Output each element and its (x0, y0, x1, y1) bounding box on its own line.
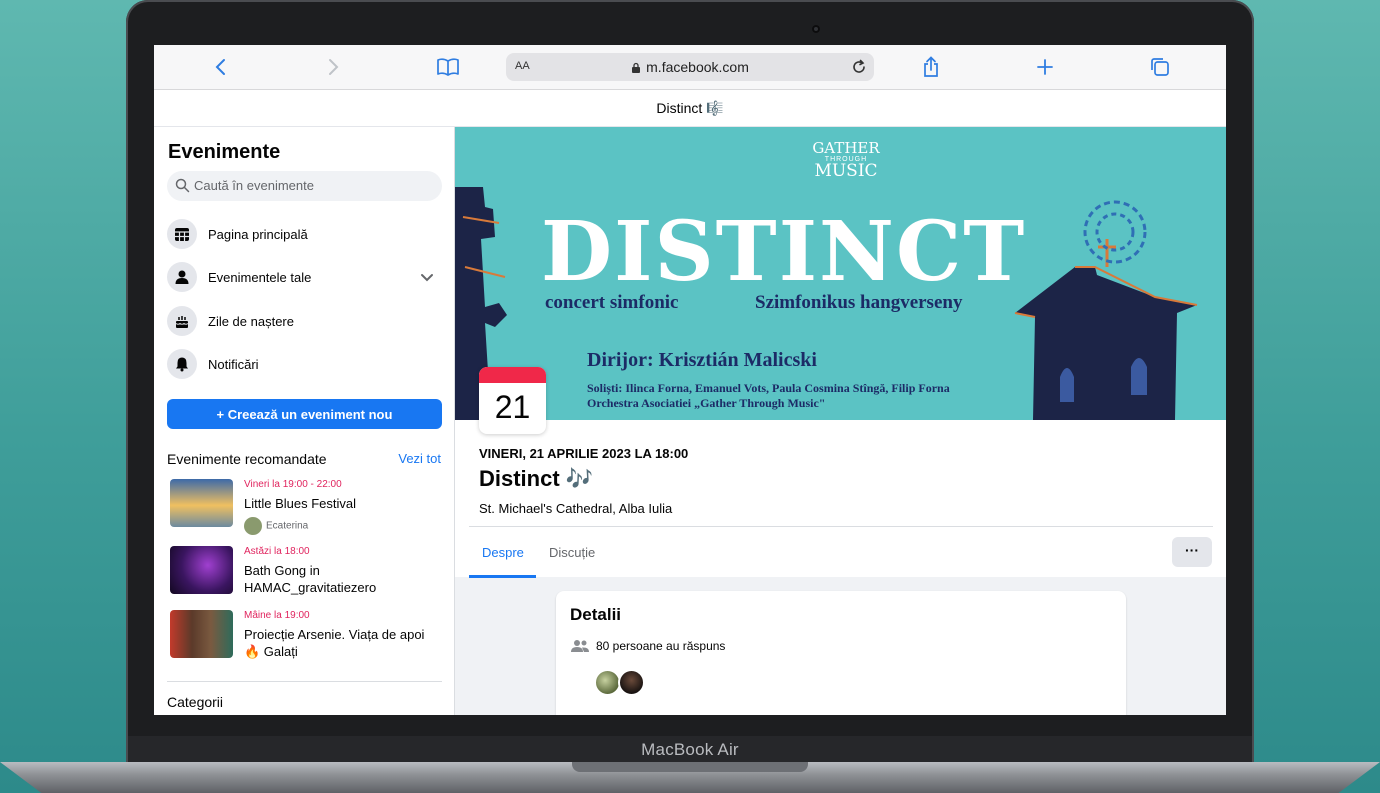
avatar[interactable] (594, 669, 621, 696)
divider (167, 681, 442, 682)
search-placeholder: Caută în evenimente (194, 178, 314, 193)
lock-icon (632, 62, 641, 73)
sidebar-item-your-events[interactable]: Evenimentele tale (167, 262, 442, 296)
new-tab-icon[interactable] (1032, 55, 1058, 79)
search-input[interactable]: Caută în evenimente (167, 171, 442, 201)
create-event-button[interactable]: + Creează un eveniment nou (167, 399, 442, 429)
tabs-overview-icon[interactable] (1147, 55, 1173, 79)
bookmarks-icon[interactable] (435, 55, 461, 79)
calendar-grid-icon (167, 219, 197, 249)
url-text: m.facebook.com (646, 59, 749, 75)
event-host: Ecaterina (244, 517, 308, 535)
screen: AA m.facebook.com Distinct 🎼 Evenimente … (154, 45, 1226, 715)
camera (812, 25, 820, 33)
sidebar-item-birthdays[interactable]: Zile de naștere (167, 306, 442, 340)
cake-icon (167, 306, 197, 336)
more-options-button[interactable]: ··· (1172, 537, 1212, 567)
tab-about[interactable]: Despre (482, 545, 524, 560)
reload-icon[interactable] (850, 58, 868, 76)
divider (469, 526, 1213, 527)
laptop-notch (572, 762, 808, 772)
date-badge-header (479, 367, 546, 383)
cover-subtitle-ro: concert simfonic (545, 292, 679, 313)
page-title: Distinct 🎼 (154, 90, 1226, 127)
sidebar-item-label: Evenimentele tale (208, 270, 312, 285)
sidebar-item-label: Pagina principală (208, 227, 308, 242)
cover-orchestra: Orchestra Asociatiei „Gather Through Mus… (587, 396, 826, 410)
details-card: Detalii 80 persoane au răspuns (556, 591, 1126, 715)
cover-logo: GATHER THROUGH MUSIC (807, 141, 885, 180)
cover-logo-line: GATHER (812, 139, 880, 157)
cover-subtitle-hu: Szimfonikus hangverseny (755, 292, 963, 313)
event-date: VINERI, 21 APRILIE 2023 LA 18:00 (479, 446, 689, 461)
event-location[interactable]: St. Michael's Cathedral, Alba Iulia (479, 501, 672, 516)
event-thumbnail[interactable] (170, 546, 233, 594)
event-time: Mâine la 19:00 (244, 610, 310, 621)
person-icon (167, 262, 197, 292)
people-icon (571, 640, 589, 652)
categories-heading: Categorii (167, 694, 224, 710)
date-badge-day: 21 (494, 389, 531, 425)
event-time: Vineri la 19:00 - 22:00 (244, 479, 342, 490)
recommended-heading: Evenimente recomandate (167, 451, 327, 467)
chevron-down-icon[interactable] (420, 270, 434, 284)
cover-soloists: Soliști: Ilinca Forna, Emanuel Vots, Pau… (587, 381, 950, 395)
responded-row: 80 persoane au răspuns (570, 639, 725, 653)
event-name[interactable]: Little Blues Festival (244, 495, 444, 512)
event-thumbnail[interactable] (170, 610, 233, 658)
event-name[interactable]: Proiecție Arsenie. Viața de apoi 🔥 Galaț… (244, 626, 444, 660)
avatar (244, 517, 262, 535)
events-sidebar: Evenimente Caută în evenimente Pagina pr… (154, 127, 455, 715)
event-header: VINERI, 21 APRILIE 2023 LA 18:00 Distinc… (455, 420, 1226, 578)
sidebar-item-home[interactable]: Pagina principală (167, 219, 442, 253)
event-thumbnail[interactable] (170, 479, 233, 527)
search-icon (175, 178, 190, 193)
cover-logo-line: MUSIC (814, 161, 878, 181)
active-tab-indicator (469, 575, 536, 578)
date-badge: 21 (479, 367, 546, 434)
event-title: Distinct 🎶 (479, 466, 594, 491)
address-bar[interactable]: AA m.facebook.com (506, 53, 874, 81)
sidebar-item-label: Zile de naștere (208, 314, 294, 329)
cover-headline: DISTINCT (541, 204, 1027, 300)
back-icon[interactable] (207, 55, 233, 79)
details-title: Detalii (570, 605, 622, 624)
laptop-brand-label: MacBook Air (641, 740, 739, 759)
cover-conductor: Dirijor: Krisztián Malicski (587, 349, 817, 371)
sidebar-item-label: Notificări (208, 357, 259, 372)
share-icon[interactable] (918, 55, 944, 79)
host-name: Ecaterina (266, 520, 309, 532)
tab-discussion[interactable]: Discuție (549, 545, 595, 560)
browser-toolbar: AA m.facebook.com (154, 45, 1226, 90)
responded-count: 80 persoane au răspuns (596, 639, 726, 653)
event-name[interactable]: Bath Gong in HAMAC_gravitatiezero (244, 562, 444, 596)
forward-icon[interactable] (321, 55, 347, 79)
event-time: Astăzi la 18:00 (244, 546, 310, 557)
bell-icon (167, 349, 197, 379)
avatar[interactable] (618, 669, 645, 696)
event-main: GATHER THROUGH MUSIC DISTINCT concert si… (455, 127, 1226, 715)
sidebar-item-notifications[interactable]: Notificări (167, 349, 442, 383)
sidebar-title: Evenimente (168, 141, 281, 163)
see-all-link[interactable]: Vezi tot (398, 451, 441, 466)
event-cover-image: GATHER THROUGH MUSIC DISTINCT concert si… (455, 127, 1226, 420)
